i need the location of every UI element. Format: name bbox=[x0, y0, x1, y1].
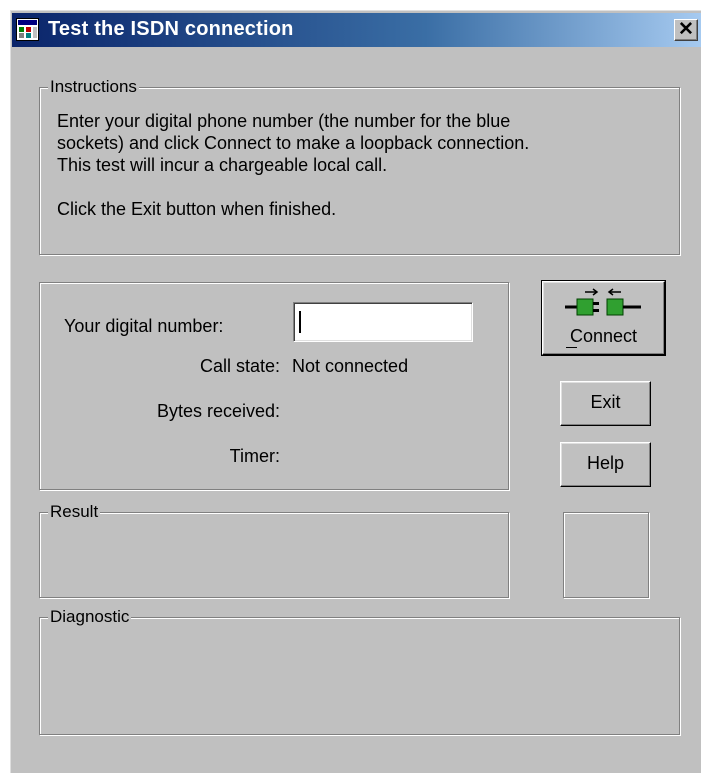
result-group: Result bbox=[39, 502, 509, 598]
diagnostic-legend: Diagnostic bbox=[48, 607, 132, 627]
diagnostic-group: Diagnostic bbox=[39, 607, 680, 735]
connection-status-group: Your digital number: Call state: Not con… bbox=[39, 282, 509, 490]
bytes-received-label: Bytes received: bbox=[156, 401, 280, 421]
help-label: Help bbox=[586, 453, 625, 473]
close-button[interactable]: ✕ bbox=[674, 19, 698, 41]
text-caret bbox=[299, 311, 301, 333]
window-title: Test the ISDN connection bbox=[48, 18, 294, 40]
instructions-text: Enter your digital phone number (the num… bbox=[57, 110, 657, 220]
plug-connect-icon bbox=[565, 288, 641, 316]
exit-button[interactable]: Exit bbox=[560, 381, 651, 426]
digital-number-label: Your digital number: bbox=[64, 316, 224, 336]
instructions-line bbox=[57, 176, 657, 198]
instructions-legend: Instructions bbox=[48, 77, 139, 97]
connect-button[interactable]: Connect bbox=[541, 280, 666, 356]
result-indicator bbox=[563, 512, 649, 598]
call-state-label: Call state: bbox=[199, 356, 280, 376]
timer-label: Timer: bbox=[229, 446, 280, 466]
help-button[interactable]: Help bbox=[560, 442, 651, 487]
close-icon: ✕ bbox=[678, 19, 694, 40]
mnemonic-underline bbox=[566, 347, 577, 348]
connect-label: Connect bbox=[569, 326, 638, 346]
instructions-line: Click the Exit button when finished. bbox=[57, 199, 337, 219]
instructions-line: sockets) and click Connect to make a loo… bbox=[57, 133, 530, 153]
call-state-value: Not connected bbox=[292, 356, 409, 376]
title-bar[interactable]: Test the ISDN connection ✕ bbox=[12, 13, 701, 47]
exit-label: Exit bbox=[590, 392, 621, 412]
app-window-icon bbox=[16, 18, 39, 41]
instructions-group: Instructions Enter your digital phone nu… bbox=[39, 77, 680, 255]
digital-number-input[interactable] bbox=[293, 302, 473, 342]
result-legend: Result bbox=[48, 502, 101, 522]
instructions-line: Enter your digital phone number (the num… bbox=[57, 111, 511, 131]
instructions-line: This test will incur a chargeable local … bbox=[57, 155, 388, 175]
dialog-window: Test the ISDN connection ✕ Instructions … bbox=[10, 10, 701, 773]
